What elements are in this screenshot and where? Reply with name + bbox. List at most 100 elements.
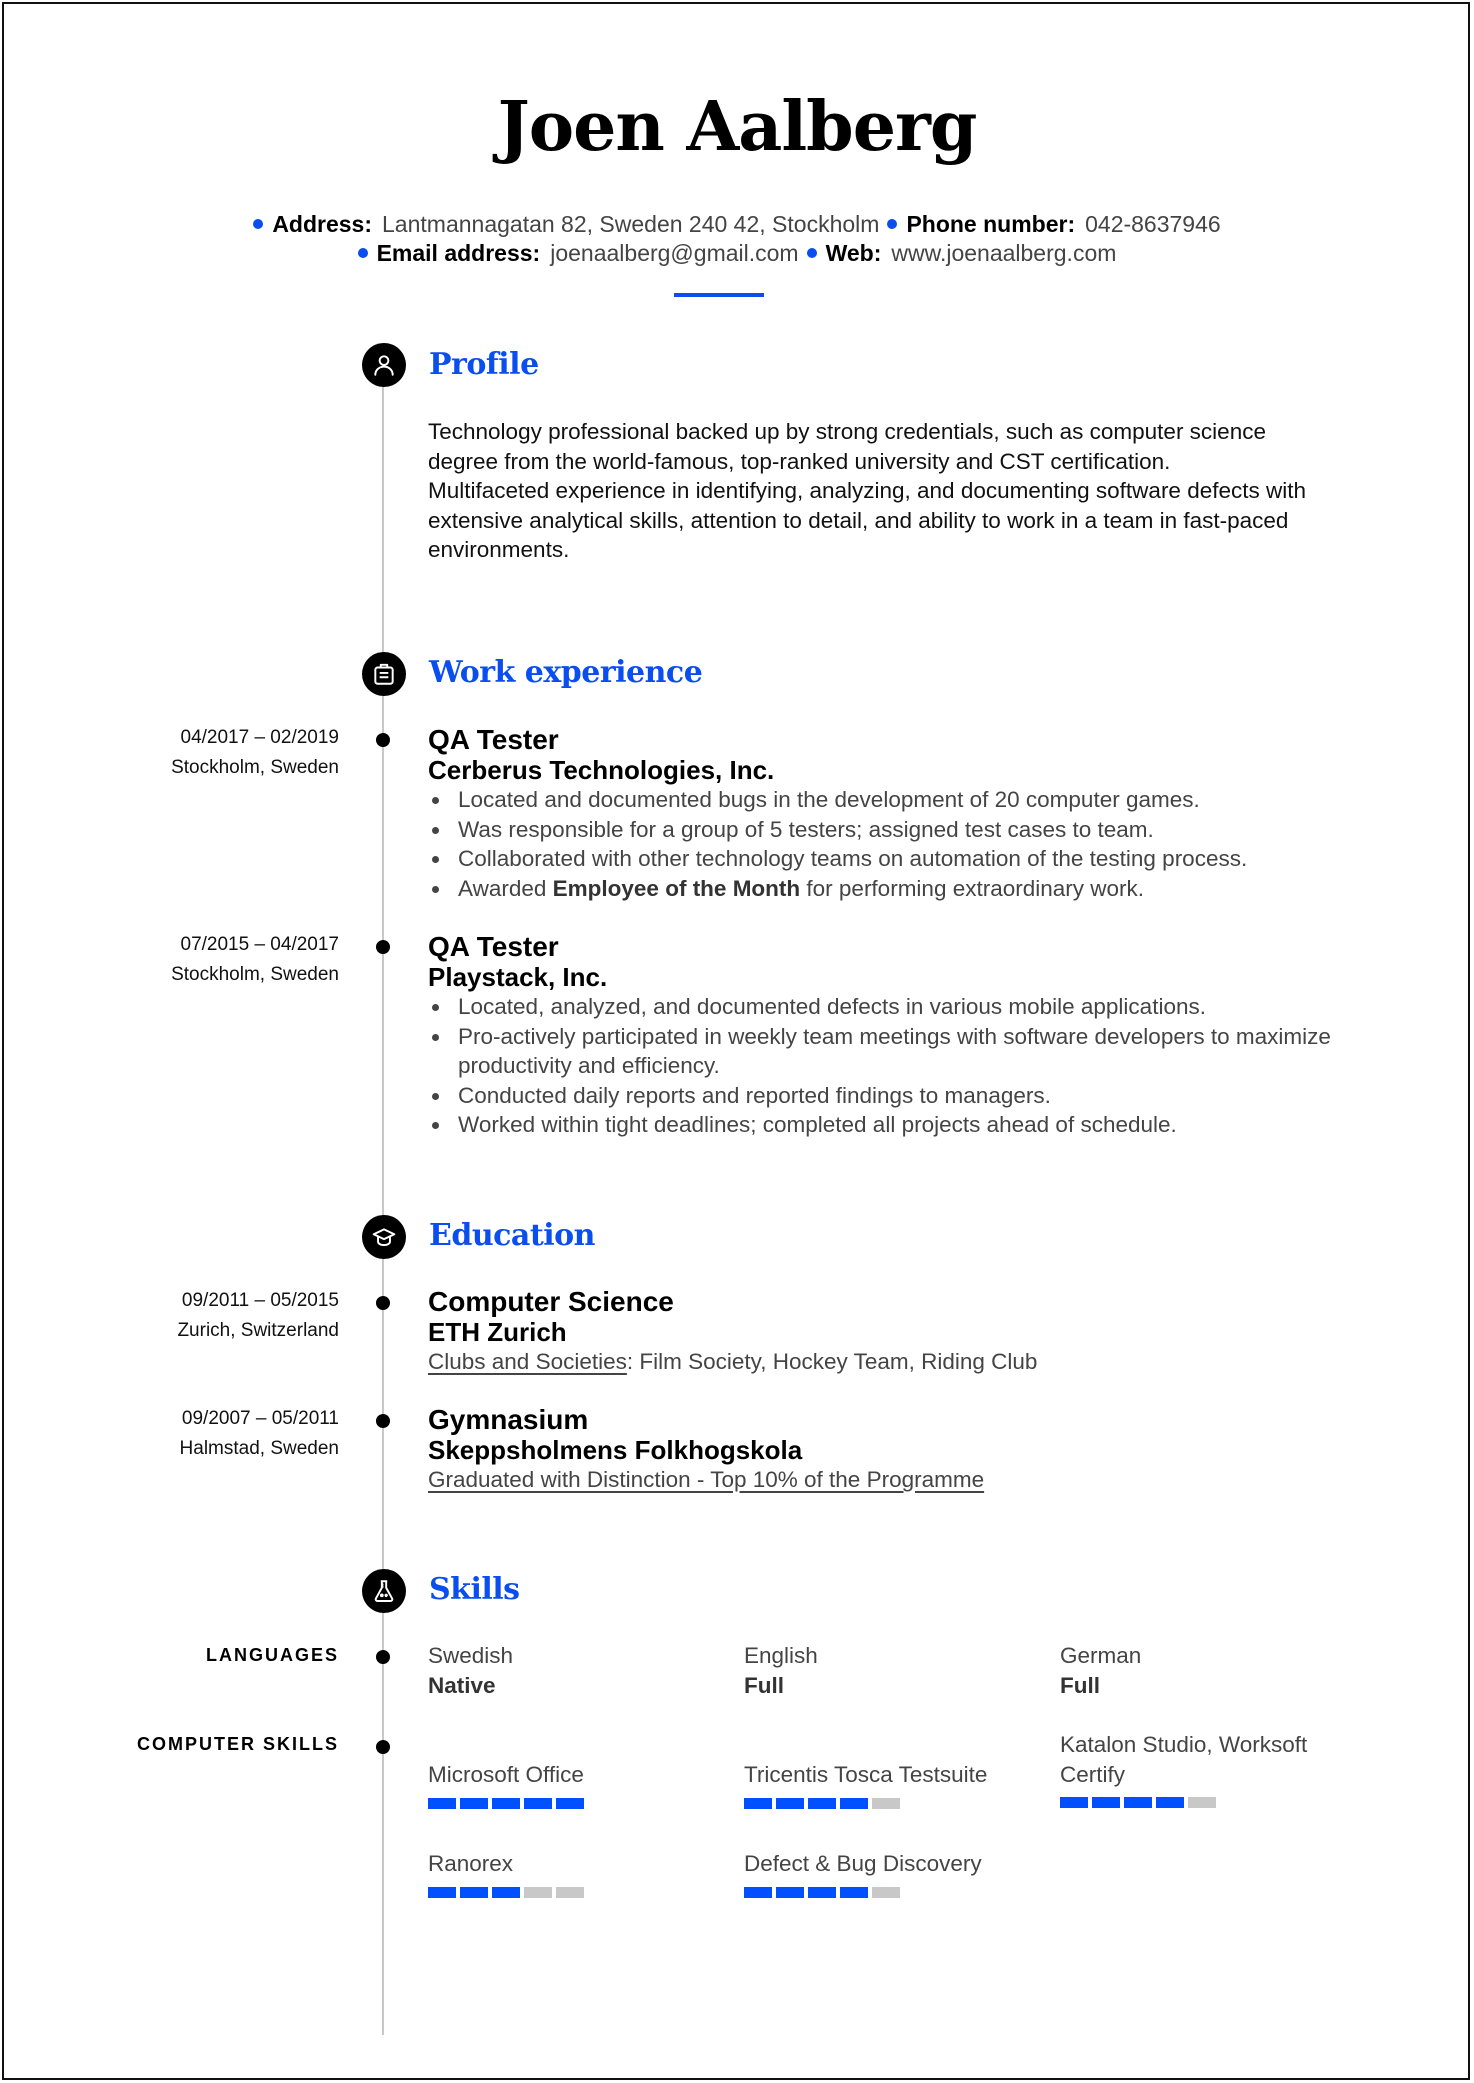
skill-segment-filled bbox=[460, 1886, 488, 1898]
education-entry: Computer Science ETH Zurich Clubs and So… bbox=[428, 1287, 1408, 1377]
education-degree: Computer Science bbox=[428, 1286, 674, 1317]
education-location: Zurich, Switzerland bbox=[177, 1319, 339, 1341]
skill-segment-filled bbox=[428, 1797, 456, 1809]
language-item: English Full bbox=[744, 1641, 1044, 1700]
skill-segment-filled bbox=[1060, 1797, 1088, 1808]
job-bullet: Awarded Employee of the Month for perfor… bbox=[432, 874, 1408, 904]
job-bullet: Collaborated with other technology teams… bbox=[432, 844, 1408, 874]
contact-label: Email address: bbox=[376, 240, 541, 266]
job-entry: QA Tester Cerberus Technologies, Inc. Lo… bbox=[428, 725, 1408, 903]
timeline-dot bbox=[376, 1650, 390, 1664]
profile-line: degree from the world-famous, top-ranked… bbox=[428, 448, 1171, 474]
contact-address: Address: Lantmannagatan 82, Sweden 240 42… bbox=[253, 209, 879, 239]
skill-rating-bar bbox=[744, 1886, 1044, 1898]
skill-segment-empty bbox=[556, 1886, 584, 1898]
skill-name: Microsoft Office bbox=[428, 1762, 584, 1787]
contact-label: Web: bbox=[825, 240, 882, 266]
timeline-dot bbox=[376, 1414, 390, 1428]
contact-phone: Phone number: 042-8637946 bbox=[887, 209, 1221, 239]
skill-item: Microsoft Office bbox=[428, 1760, 728, 1809]
skill-segment-filled bbox=[808, 1797, 836, 1809]
language-level: Full bbox=[1060, 1672, 1100, 1698]
skill-rating-bar bbox=[428, 1797, 728, 1809]
job-bullet: Located, analyzed, and documented defect… bbox=[432, 992, 1338, 1022]
timeline-dot bbox=[376, 940, 390, 954]
candidate-name: Joen Aalberg bbox=[497, 87, 978, 167]
skill-segment-filled bbox=[524, 1797, 552, 1809]
section-title-education: Education bbox=[429, 1218, 595, 1253]
job-dates: 07/2015 – 04/2017 bbox=[180, 934, 340, 955]
timeline-dot bbox=[376, 1296, 390, 1310]
job-dates: 04/2017 – 02/2019 bbox=[180, 727, 340, 748]
skill-segment-filled bbox=[460, 1797, 488, 1809]
graduation-cap-icon bbox=[362, 1215, 406, 1259]
section-title-skills: Skills bbox=[429, 1572, 520, 1607]
contact-label: Phone number: bbox=[906, 211, 1076, 237]
language-name: German bbox=[1060, 1643, 1142, 1668]
profile-line: Technology professional backed up by str… bbox=[428, 419, 1266, 444]
education-note: Clubs and Societies: Film Society, Hocke… bbox=[428, 1349, 1038, 1374]
job-bullet: Pro-actively participated in weekly team… bbox=[432, 1022, 1338, 1081]
skill-segment-filled bbox=[1156, 1797, 1184, 1808]
skill-item: Ranorex bbox=[428, 1849, 728, 1898]
section-title-profile: Profile bbox=[429, 347, 539, 382]
skill-segment-filled bbox=[776, 1886, 804, 1898]
job-bullet: Worked within tight deadlines; completed… bbox=[432, 1110, 1338, 1140]
timeline-dot bbox=[376, 1740, 390, 1754]
skill-item: Tricentis Tosca Testsuite bbox=[744, 1760, 1044, 1809]
education-note: Graduated with Distinction - Top 10% of … bbox=[428, 1465, 1408, 1495]
contact-value[interactable]: joenaalberg@gmail.com bbox=[550, 240, 798, 266]
skill-segment-filled bbox=[556, 1797, 584, 1809]
skill-segment-empty bbox=[524, 1886, 552, 1898]
education-meta: 09/2007 – 05/2011 Halmstad, Sweden bbox=[180, 1404, 339, 1463]
education-degree: Gymnasium bbox=[428, 1404, 589, 1435]
contact-line-1: Address: Lantmannagatan 82, Sweden 240 42… bbox=[0, 209, 1474, 239]
education-note-link[interactable]: Graduated with Distinction - Top 10% of … bbox=[428, 1467, 984, 1492]
job-bullets: Located, analyzed, and documented defect… bbox=[428, 992, 1338, 1140]
skill-category-languages: LANGUAGES bbox=[205, 1645, 339, 1665]
bullet-dot-icon bbox=[253, 218, 264, 229]
profile-line: environments. bbox=[428, 537, 570, 562]
skill-rating-bar bbox=[1060, 1797, 1360, 1808]
header-divider bbox=[674, 293, 764, 297]
job-role: QA Tester bbox=[428, 931, 559, 962]
skill-segment-filled bbox=[840, 1797, 868, 1809]
skill-segment-filled bbox=[744, 1797, 772, 1809]
language-level: Native bbox=[428, 1672, 496, 1698]
contact-line-2: Email address: joenaalberg@gmail.com Web: w… bbox=[0, 238, 1474, 268]
briefcase-icon bbox=[362, 652, 406, 696]
job-role: QA Tester bbox=[428, 724, 559, 755]
job-bullet: Was responsible for a group of 5 testers… bbox=[432, 815, 1408, 845]
contact-label: Address: bbox=[272, 211, 373, 237]
skill-segment-filled bbox=[776, 1797, 804, 1809]
education-dates: 09/2011 – 05/2015 bbox=[181, 1290, 339, 1311]
language-level: Full bbox=[744, 1672, 784, 1698]
skill-segment-filled bbox=[840, 1886, 868, 1898]
job-entry: QA Tester Playstack, Inc. Located, analy… bbox=[428, 932, 1408, 1140]
profile-line: Multifaceted experience in identifying, … bbox=[428, 478, 1307, 503]
skill-rating-bar bbox=[744, 1797, 1044, 1809]
skill-segment-empty bbox=[1188, 1797, 1216, 1808]
contact-value[interactable]: www.joenaalberg.com bbox=[891, 240, 1116, 266]
timeline-dot bbox=[376, 733, 390, 747]
skill-item: Katalon Studio, Worksoft Certify bbox=[1060, 1730, 1360, 1808]
skill-segment-filled bbox=[492, 1886, 520, 1898]
flask-icon bbox=[362, 1569, 406, 1613]
education-location: Halmstad, Sweden bbox=[179, 1437, 339, 1459]
bullet-dot-icon bbox=[806, 247, 817, 258]
contact-email: Email address: joenaalberg@gmail.com bbox=[357, 238, 799, 268]
skill-segment-filled bbox=[1124, 1797, 1152, 1808]
education-note-link[interactable]: Clubs and Societies bbox=[428, 1349, 627, 1374]
contact-web: Web: www.joenaalberg.com bbox=[806, 238, 1116, 268]
skill-name: Katalon Studio, Worksoft Certify bbox=[1060, 1732, 1308, 1787]
skill-segment-filled bbox=[808, 1886, 836, 1898]
job-location: Stockholm, Sweden bbox=[171, 963, 339, 985]
profile-line: extensive analytical skills, attention t… bbox=[428, 507, 1289, 533]
skill-name: Ranorex bbox=[428, 1851, 514, 1876]
job-bullets: Located and documented bugs in the devel… bbox=[428, 785, 1408, 903]
language-item: German Full bbox=[1060, 1641, 1360, 1700]
language-name: English bbox=[744, 1643, 818, 1668]
job-meta: 04/2017 – 02/2019 Stockholm, Sweden bbox=[171, 723, 339, 782]
bullet-dot-icon bbox=[357, 247, 368, 258]
language-name: Swedish bbox=[428, 1643, 514, 1668]
